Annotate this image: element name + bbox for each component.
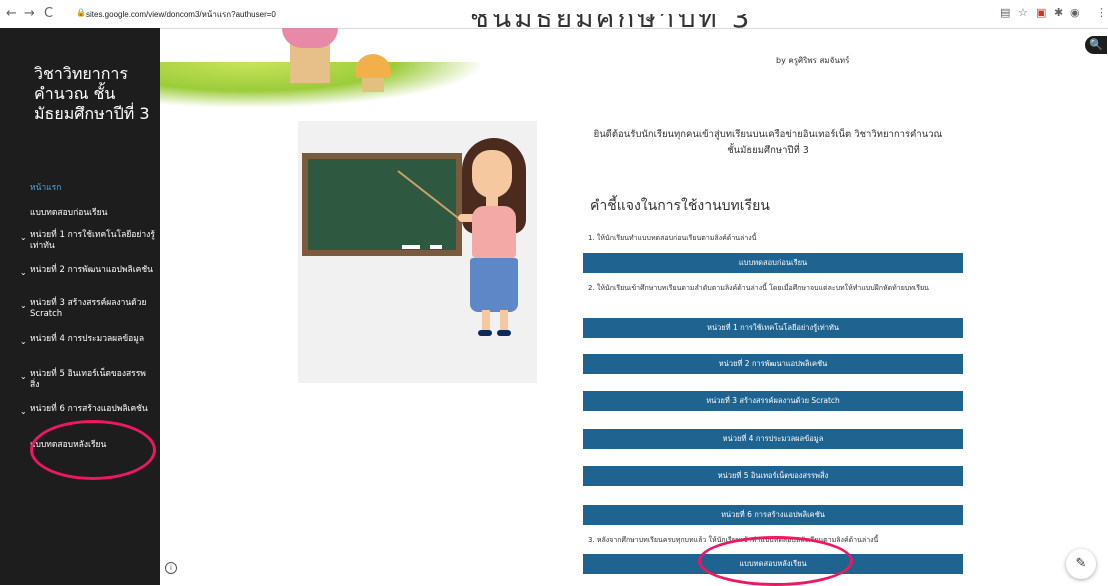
site-byline: by ครูศิริพร สมจันทร์ (776, 56, 850, 65)
chevron-down-icon[interactable]: ⌄ (20, 268, 27, 277)
unit-6-button[interactable]: หน่วยที่ 6 การสร้างแอปพลิเคชัน (583, 505, 963, 525)
chalk-graphic (430, 245, 442, 249)
extension-icon-1[interactable]: ▤ (1000, 6, 1010, 19)
info-icon[interactable]: i (165, 562, 177, 574)
unit-2-button[interactable]: หน่วยที่ 2 การพัฒนาแอปพลิเคชัน (583, 354, 963, 374)
chevron-down-icon[interactable]: ⌄ (20, 301, 27, 310)
extensions-puzzle-icon[interactable]: ✱ (1054, 6, 1063, 19)
welcome-text: ยินดีต้อนรับนักเรียนทุกคนเข้าสู่บทเรียนบ… (593, 129, 943, 156)
sidebar-item-unit-6[interactable]: หน่วยที่ 6 การสร้างแอปพลิเคชัน (30, 404, 155, 415)
teacher-neck-graphic (486, 194, 498, 206)
chevron-down-icon[interactable]: ⌄ (20, 233, 27, 242)
sidebar-item-unit-2[interactable]: หน่วยที่ 2 การพัฒนาแอปพลิเคชัน (30, 265, 155, 276)
pretest-button[interactable]: แบบทดสอบก่อนเรียน (583, 253, 963, 273)
sidebar-item-unit-5[interactable]: หน่วยที่ 5 อินเทอร์เน็ตของสรรพสิ่ง (30, 369, 155, 391)
search-icon[interactable]: 🔍 (1085, 36, 1107, 54)
unit-3-button[interactable]: หน่วยที่ 3 สร้างสรรค์ผลงานด้วย Scratch (583, 391, 963, 411)
teacher-face-graphic (472, 150, 512, 198)
chalkboard-surface (308, 159, 456, 250)
site-title: วิชาวิทยาการคำนวณ ชั้นมัธยมศึกษาปีที่ 3 (34, 64, 150, 123)
teacher-leg-graphic (482, 310, 490, 332)
forward-icon[interactable]: → (24, 6, 35, 21)
annotation-circle (30, 420, 156, 480)
sidebar-item-unit-1[interactable]: หน่วยที่ 1 การใช้เทคโนโลยีอย่างรู้เท่าทั… (30, 230, 155, 252)
teacher-shoe-graphic (478, 330, 492, 336)
sidebar-item-pretest[interactable]: แบบทดสอบก่อนเรียน (30, 208, 155, 219)
sidebar-item-unit-3[interactable]: หน่วยที่ 3 สร้างสรรค์ผลงานด้วย Scratch (30, 298, 155, 320)
back-icon[interactable]: ← (6, 6, 17, 21)
chevron-down-icon[interactable]: ⌄ (20, 372, 27, 381)
teacher-leg-graphic (500, 310, 508, 332)
sidebar: วิชาวิทยาการคำนวณ ชั้นมัธยมศึกษาปีที่ 3 … (0, 28, 160, 585)
unit-5-button[interactable]: หน่วยที่ 5 อินเทอร์เน็ตของสรรพสิ่ง (583, 466, 963, 486)
annotation-circle (698, 536, 853, 586)
chevron-down-icon[interactable]: ⌄ (20, 407, 27, 416)
profile-avatar-icon[interactable]: ◉ (1070, 6, 1080, 19)
teacher-shoe-graphic (497, 330, 511, 336)
instruction-step-2: 2. ให้นักเรียนเข้าศึกษาบทเรียนตามลำดับตา… (588, 284, 929, 292)
lock-icon: 🔒 (76, 8, 86, 17)
sidebar-item-home[interactable]: หน้าแรก (30, 183, 155, 194)
extension-icon-2[interactable]: ▣ (1036, 6, 1046, 19)
teacher-skirt-graphic (470, 258, 518, 312)
address-bar[interactable]: sites.google.com/view/doncom3/หน้าแรก?au… (86, 8, 276, 21)
unit-1-button[interactable]: หน่วยที่ 1 การใช้เทคโนโลยีอย่างรู้เท่าทั… (583, 318, 963, 338)
edit-pencil-icon[interactable]: ✎ (1066, 549, 1096, 579)
bookmark-star-icon[interactable]: ☆ (1018, 6, 1028, 19)
page-title: ชั้นมัธยมศึกษาปีที่ 3 (470, 14, 800, 30)
chevron-down-icon[interactable]: ⌄ (20, 337, 27, 346)
chalk-graphic (402, 245, 420, 249)
instruction-step-1: 1. ให้นักเรียนทำแบบทดสอบก่อนเรียนตามลิงค… (588, 234, 757, 242)
unit-4-button[interactable]: หน่วยที่ 4 การประมวลผลข้อมูล (583, 429, 963, 449)
teacher-blouse-graphic (472, 206, 516, 258)
reload-icon[interactable]: C (44, 6, 53, 21)
instructions-heading: คำชี้แจงในการใช้งานบทเรียน (590, 198, 770, 214)
mushroom-roof-graphic (355, 54, 391, 78)
chrome-menu-icon[interactable]: ⋮ (1096, 6, 1107, 19)
sidebar-item-unit-4[interactable]: หน่วยที่ 4 การประมวลผลข้อมูล (30, 334, 155, 345)
